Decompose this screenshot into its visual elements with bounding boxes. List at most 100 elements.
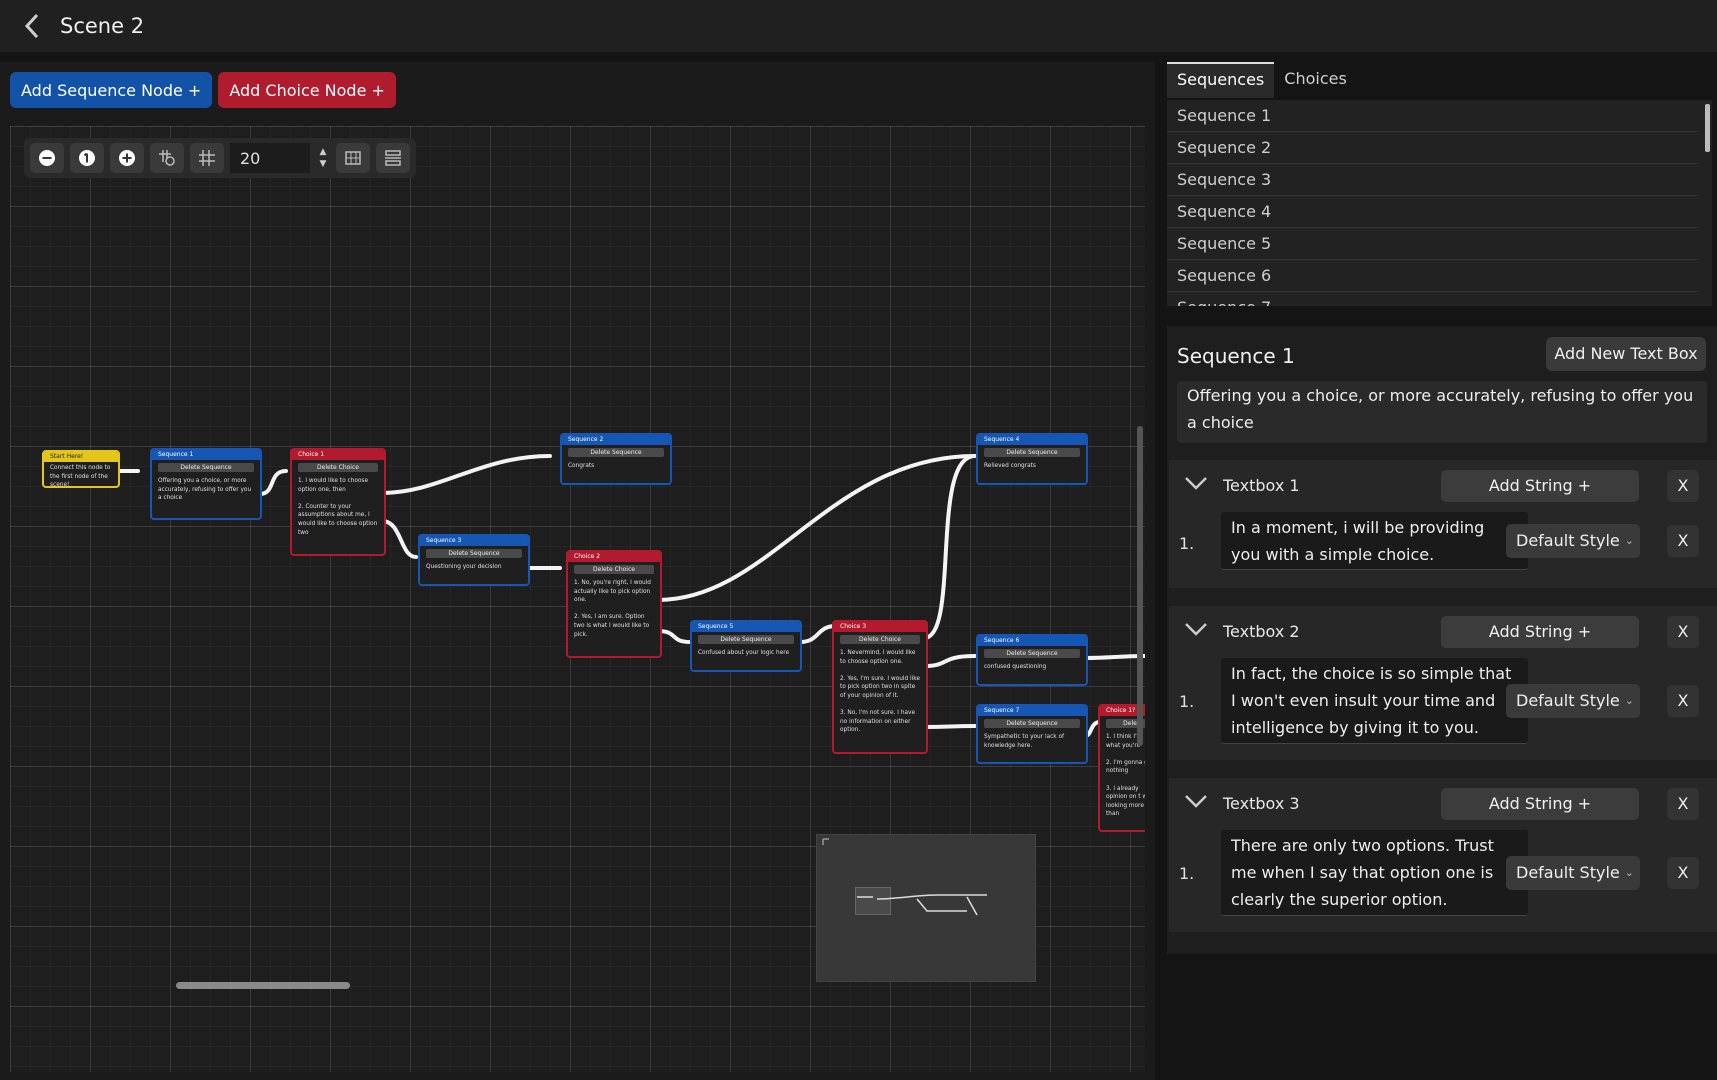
zoom-in-icon[interactable]	[110, 143, 144, 173]
string-index: 1.	[1179, 692, 1195, 711]
wire	[380, 519, 418, 559]
delete-sequence-button[interactable]: Delete Sequence	[984, 448, 1080, 457]
style-value: Default Style	[1516, 863, 1620, 882]
node-body: Relieved congrats	[984, 463, 1036, 469]
sequence-node[interactable]: Sequence 2 Delete Sequence Congrats	[560, 433, 672, 485]
chevron-down-icon[interactable]	[1183, 620, 1209, 640]
sequence-node[interactable]: Sequence 5 Delete Sequence Confused abou…	[690, 620, 802, 672]
snap-step-input[interactable]	[230, 143, 310, 173]
chevron-down-icon[interactable]	[1183, 792, 1209, 812]
tab-sequences[interactable]: Sequences	[1167, 62, 1275, 98]
toggle-snap-icon[interactable]	[150, 143, 184, 173]
style-value: Default Style	[1516, 531, 1620, 550]
string-text[interactable]: There are only two options. Trust me whe…	[1221, 830, 1528, 916]
add-node-toolbar: Add Sequence Node + Add Choice Node +	[10, 72, 396, 108]
wire	[922, 454, 977, 640]
remove-textbox-button[interactable]: X	[1667, 470, 1699, 502]
list-item[interactable]: Sequence 1	[1167, 100, 1698, 132]
tab-choices[interactable]: Choices	[1274, 62, 1357, 96]
node-body: 1. Nevermind, I would like to choose opt…	[840, 650, 920, 734]
node-title: Start Here!	[44, 452, 118, 462]
delete-choice-button[interactable]: Delete Choice	[840, 635, 920, 644]
back-chevron-icon[interactable]	[18, 12, 46, 40]
choice-node[interactable]: Choice 2 Delete Choice 1. No, you're rig…	[566, 550, 662, 658]
wire	[1083, 654, 1145, 660]
remove-string-button[interactable]: X	[1667, 857, 1699, 889]
reset-zoom-icon[interactable]	[70, 143, 104, 173]
style-value: Default Style	[1516, 691, 1620, 710]
add-string-button[interactable]: Add String +	[1441, 616, 1639, 648]
remove-textbox-button[interactable]: X	[1667, 788, 1699, 820]
list-item[interactable]: Sequence 6	[1167, 260, 1698, 292]
node-title: Sequence 5	[692, 622, 800, 632]
remove-string-button[interactable]: X	[1667, 685, 1699, 717]
textbox-label: Textbox 3	[1223, 794, 1300, 813]
add-string-button[interactable]: Add String +	[1441, 788, 1639, 820]
delete-sequence-button[interactable]: Delete Sequence	[984, 649, 1080, 658]
delete-choice-button[interactable]: Delete Choice	[298, 463, 378, 472]
delete-choice-button[interactable]: Delete Choice	[574, 565, 654, 574]
node-body: Offering you a choice, or more accuratel…	[158, 478, 252, 502]
remove-string-button[interactable]: X	[1667, 525, 1699, 557]
panel-tabs: Sequences Choices	[1167, 62, 1357, 98]
style-dropdown[interactable]: Default Style ⌄	[1506, 856, 1640, 890]
list-item[interactable]: Sequence 7	[1167, 292, 1698, 306]
list-item[interactable]: Sequence 4	[1167, 196, 1698, 228]
delete-sequence-button[interactable]: Delete Sequence	[426, 549, 522, 558]
style-dropdown[interactable]: Default Style ⌄	[1506, 524, 1640, 558]
sequence-node[interactable]: Sequence 3 Delete Sequence Questioning y…	[418, 534, 530, 586]
toggle-minimap-icon[interactable]	[336, 143, 370, 173]
node-graph-canvas[interactable]: ▲▼	[10, 126, 1145, 1072]
choice-node[interactable]: Choice 1 Delete Choice 1. I would like t…	[290, 448, 386, 556]
sequence-node[interactable]: Sequence 7 Delete Sequence Sympathetic t…	[976, 704, 1088, 764]
list-item[interactable]: Sequence 5	[1167, 228, 1698, 260]
chevron-down-icon: ⌄	[1624, 534, 1634, 547]
chevron-down-icon: ⌄	[1624, 866, 1634, 879]
node-title: Sequence 6	[978, 636, 1086, 646]
spin-down-icon[interactable]: ▼	[320, 158, 327, 170]
properties-panel: Sequences Choices Sequence 1 Sequence 2 …	[1165, 62, 1717, 1080]
wire	[380, 454, 552, 495]
node-body: Congrats	[568, 463, 595, 469]
add-text-box-button[interactable]: Add New Text Box	[1546, 337, 1706, 371]
graph-editor: Add Sequence Node + Add Choice Node + ▲▼	[0, 62, 1155, 1080]
sequence-node[interactable]: Sequence 1 Delete Sequence Offering you …	[150, 448, 262, 520]
string-text[interactable]: In fact, the choice is so simple that I …	[1221, 658, 1528, 744]
vertical-scrollbar[interactable]	[1137, 426, 1143, 746]
start-node[interactable]: Start Here! Connect this node to the fir…	[42, 450, 120, 488]
node-title: Sequence 3	[420, 536, 528, 546]
wire	[798, 624, 838, 644]
graph-minimap[interactable]	[816, 834, 1036, 982]
delete-sequence-button[interactable]: Delete Sequence	[984, 719, 1080, 728]
node-body: Sympathetic to your lack of knowledge he…	[984, 734, 1065, 749]
horizontal-scrollbar[interactable]	[176, 982, 350, 989]
snap-step-spinner[interactable]: ▲ ▼	[316, 143, 330, 173]
add-string-button[interactable]: Add String +	[1441, 470, 1639, 502]
add-sequence-node-button[interactable]: Add Sequence Node +	[10, 72, 213, 108]
node-title: Choice 1	[292, 450, 384, 460]
list-scrollbar[interactable]	[1705, 104, 1710, 152]
style-dropdown[interactable]: Default Style ⌄	[1506, 684, 1640, 718]
delete-sequence-button[interactable]: Delete Sequence	[568, 448, 664, 457]
sequence-detail: Sequence 1 Add New Text Box Offering you…	[1167, 326, 1717, 954]
remove-textbox-button[interactable]: X	[1667, 616, 1699, 648]
delete-sequence-button[interactable]: Delete Sequence	[158, 463, 254, 472]
wire	[922, 654, 977, 668]
snap-grid-icon[interactable]	[190, 143, 224, 173]
spin-up-icon[interactable]: ▲	[320, 146, 327, 158]
add-choice-node-button[interactable]: Add Choice Node +	[218, 72, 396, 108]
zoom-out-icon[interactable]	[30, 143, 64, 173]
string-text[interactable]: In a moment, i will be providing you wit…	[1221, 512, 1528, 570]
chevron-down-icon: ⌄	[1624, 694, 1634, 707]
delete-sequence-button[interactable]: Delete Sequence	[698, 635, 794, 644]
sequence-node[interactable]: Sequence 4 Delete Sequence Relieved cong…	[976, 433, 1088, 485]
sequence-text[interactable]: Offering you a choice, or more accuratel…	[1177, 381, 1707, 443]
list-item[interactable]: Sequence 3	[1167, 164, 1698, 196]
arrange-icon[interactable]	[376, 143, 410, 173]
chevron-down-icon[interactable]	[1183, 474, 1209, 494]
choice-node[interactable]: Choice 3 Delete Choice 1. Nevermind, I w…	[832, 620, 928, 754]
string-index: 1.	[1179, 534, 1195, 553]
sequence-node[interactable]: Sequence 6 Delete Sequence confused ques…	[976, 634, 1088, 686]
node-title: Sequence 4	[978, 435, 1086, 445]
list-item[interactable]: Sequence 2	[1167, 132, 1698, 164]
